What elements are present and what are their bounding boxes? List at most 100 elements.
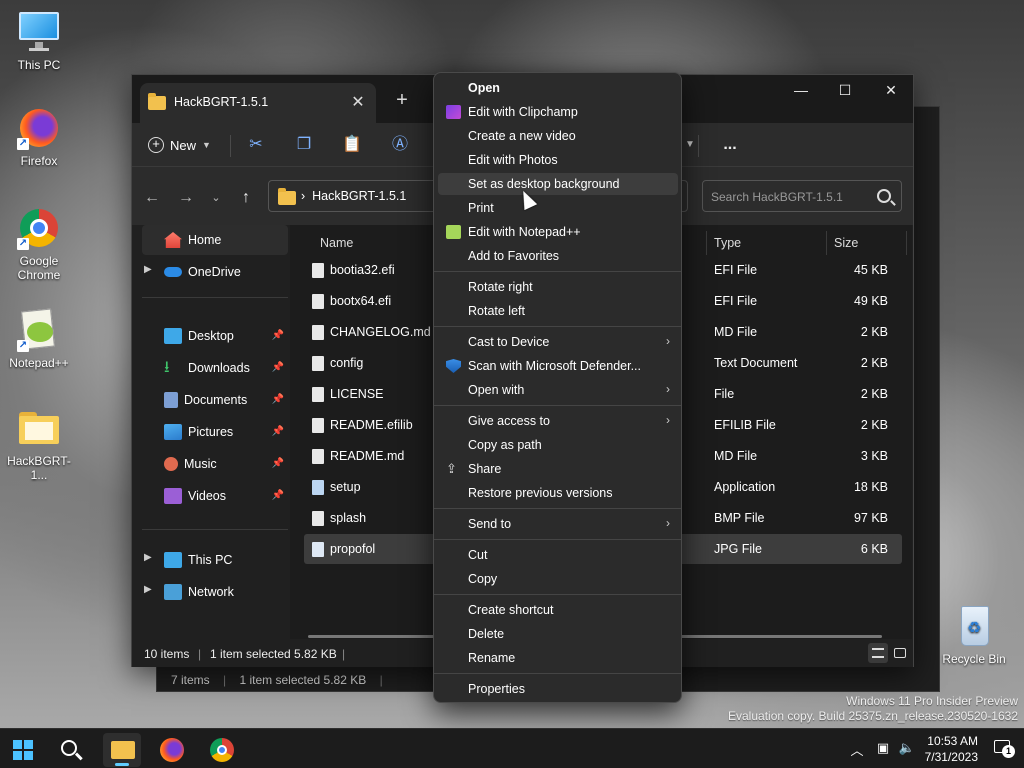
menu-item-edit-with-clipchamp[interactable]: Edit with Clipchamp	[438, 101, 678, 123]
sidebar-item-this-pc[interactable]: ▶ This PC	[142, 545, 288, 575]
tiles-view-icon[interactable]	[890, 643, 910, 663]
column-header-size[interactable]: Size	[834, 231, 858, 255]
file-type: BMP File	[714, 511, 765, 525]
desktop-icon-label: Google Chrome	[17, 254, 61, 282]
back-arrow-icon[interactable]: ←	[140, 186, 164, 210]
sidebar-item-label: Home	[188, 233, 222, 247]
forward-arrow-icon[interactable]: →	[174, 186, 198, 210]
sidebar-item-pictures[interactable]: Pictures 📌	[142, 417, 288, 447]
desktop-icon-label: Notepad++	[9, 356, 69, 370]
menu-item-add-to-favorites[interactable]: Add to Favorites	[438, 245, 678, 267]
application-icon	[312, 480, 324, 495]
maximize-button[interactable]: ☐	[822, 75, 868, 105]
column-header-name[interactable]: Name	[320, 231, 353, 255]
text-file-icon	[312, 356, 324, 371]
up-arrow-icon[interactable]: ↑	[234, 186, 258, 210]
chevron-right-icon[interactable]: ▶	[144, 584, 152, 595]
sidebar-item-music[interactable]: Music 📌	[142, 449, 288, 479]
close-window-button[interactable]: ✕	[868, 75, 914, 105]
search-button[interactable]	[52, 733, 90, 767]
menu-item-restore-previous-versions[interactable]: Restore previous versions	[438, 482, 678, 504]
file-size: 49 KB	[853, 294, 888, 308]
start-button[interactable]	[4, 733, 42, 767]
folder-icon	[17, 406, 61, 450]
menu-item-cast-to-device[interactable]: Cast to Device ›	[438, 331, 678, 353]
menu-item-create-shortcut[interactable]: Create shortcut	[438, 599, 678, 621]
menu-item-rename[interactable]: Rename	[438, 647, 678, 669]
taskbar-chrome[interactable]	[202, 733, 240, 767]
menu-item-edit-with-photos[interactable]: Edit with Photos	[438, 149, 678, 171]
sidebar-item-network[interactable]: ▶ Network	[142, 577, 288, 607]
desktop-icon-recycle-bin[interactable]: ♻ Recycle Bin	[936, 604, 1012, 666]
toolbar-divider	[698, 135, 699, 157]
taskbar-firefox[interactable]	[152, 733, 190, 767]
desktop-icon-label: HackBGRT-1...	[7, 454, 71, 482]
volume-icon[interactable]: 🔈	[898, 740, 916, 758]
sidebar-item-videos[interactable]: Videos 📌	[142, 481, 288, 511]
rename-icon[interactable]: Ⓐ	[390, 135, 410, 155]
desktop-icon-notepad-plus-plus[interactable]: ↗ Notepad++	[1, 308, 77, 370]
search-box[interactable]: Search HackBGRT-1.5.1	[702, 180, 902, 212]
menu-item-send-to[interactable]: Send to ›	[438, 513, 678, 535]
details-view-icon[interactable]	[868, 643, 888, 663]
show-hidden-icons-chevron-icon[interactable]: ︿	[848, 740, 866, 758]
sidebar-item-home[interactable]: Home	[142, 225, 288, 255]
file-size: 2 KB	[860, 356, 888, 370]
menu-item-give-access-to[interactable]: Give access to ›	[438, 410, 678, 432]
file-size: 2 KB	[860, 325, 888, 339]
menu-item-rotate-left[interactable]: Rotate left	[438, 300, 678, 322]
more-options-button[interactable]: ...	[720, 135, 740, 155]
menu-item-set-as-desktop-background[interactable]: Set as desktop background	[438, 173, 678, 195]
close-tab-icon[interactable]: ✕	[346, 91, 370, 115]
menu-item-open-with[interactable]: Open with ›	[438, 379, 678, 401]
sidebar-item-downloads[interactable]: ⭳ Downloads 📌	[142, 353, 288, 383]
cut-icon[interactable]: ✂	[246, 135, 266, 155]
new-button[interactable]: + New ▼	[148, 132, 211, 158]
menu-item-print[interactable]: Print	[438, 197, 678, 219]
column-divider[interactable]	[826, 231, 827, 255]
chevron-down-icon[interactable]: ▼	[680, 135, 700, 155]
menu-item-create-new-video[interactable]: Create a new video	[438, 125, 678, 147]
sidebar-item-onedrive[interactable]: ▶ OneDrive	[142, 257, 288, 287]
sidebar-item-label: Music	[184, 457, 217, 471]
menu-item-share[interactable]: ⇪ Share	[438, 458, 678, 480]
menu-item-cut[interactable]: Cut	[438, 544, 678, 566]
column-divider[interactable]	[906, 231, 907, 255]
chevron-right-icon[interactable]: ▶	[144, 552, 152, 563]
sidebar-item-label: Desktop	[188, 329, 234, 343]
desktop-icon-chrome[interactable]: ↗ Google Chrome	[1, 206, 77, 282]
menu-item-open[interactable]: Open	[438, 77, 678, 99]
copy-icon[interactable]: ❐	[294, 135, 314, 155]
file-type: JPG File	[714, 542, 762, 556]
taskbar-file-explorer[interactable]	[103, 733, 141, 767]
menu-item-rotate-right[interactable]: Rotate right	[438, 276, 678, 298]
file-type: EFI File	[714, 263, 758, 277]
clock[interactable]: 10:53 AM 7/31/2023	[925, 733, 978, 765]
menu-item-delete[interactable]: Delete	[438, 623, 678, 645]
pin-icon: 📌	[271, 330, 284, 341]
pin-icon: 📌	[271, 426, 284, 437]
column-header-type[interactable]: Type	[714, 231, 741, 255]
network-status-icon[interactable]: ▣	[874, 740, 892, 758]
recent-locations-chevron-icon[interactable]: ⌄	[204, 186, 228, 210]
desktop-icon-firefox[interactable]: ↗ Firefox	[1, 106, 77, 168]
minimize-button[interactable]: —	[778, 75, 824, 105]
sidebar-item-documents[interactable]: Documents 📌	[142, 385, 288, 415]
column-divider[interactable]	[706, 231, 707, 255]
menu-item-edit-with-notepad-plus-plus[interactable]: Edit with Notepad++	[438, 221, 678, 243]
new-tab-button[interactable]: +	[388, 87, 416, 115]
sidebar-item-desktop[interactable]: Desktop 📌	[142, 321, 288, 351]
search-icon[interactable]	[877, 189, 891, 203]
paste-icon[interactable]: 📋	[342, 135, 362, 155]
chevron-right-icon[interactable]: ▶	[144, 264, 152, 275]
menu-item-copy-as-path[interactable]: Copy as path	[438, 434, 678, 456]
tab-hackbgrt[interactable]: HackBGRT-1.5.1 ✕	[140, 83, 376, 123]
notification-center-button[interactable]: 1	[994, 739, 1016, 759]
file-name: splash	[330, 511, 367, 525]
desktop-icon-hackbgrt-folder[interactable]: HackBGRT-1...	[1, 406, 77, 482]
menu-item-properties[interactable]: Properties	[438, 678, 678, 700]
menu-item-scan-with-defender[interactable]: Scan with Microsoft Defender...	[438, 355, 678, 377]
desktop-icon-this-pc[interactable]: This PC	[1, 10, 77, 72]
menu-item-copy[interactable]: Copy	[438, 568, 678, 590]
download-icon: ⭳	[164, 359, 170, 376]
